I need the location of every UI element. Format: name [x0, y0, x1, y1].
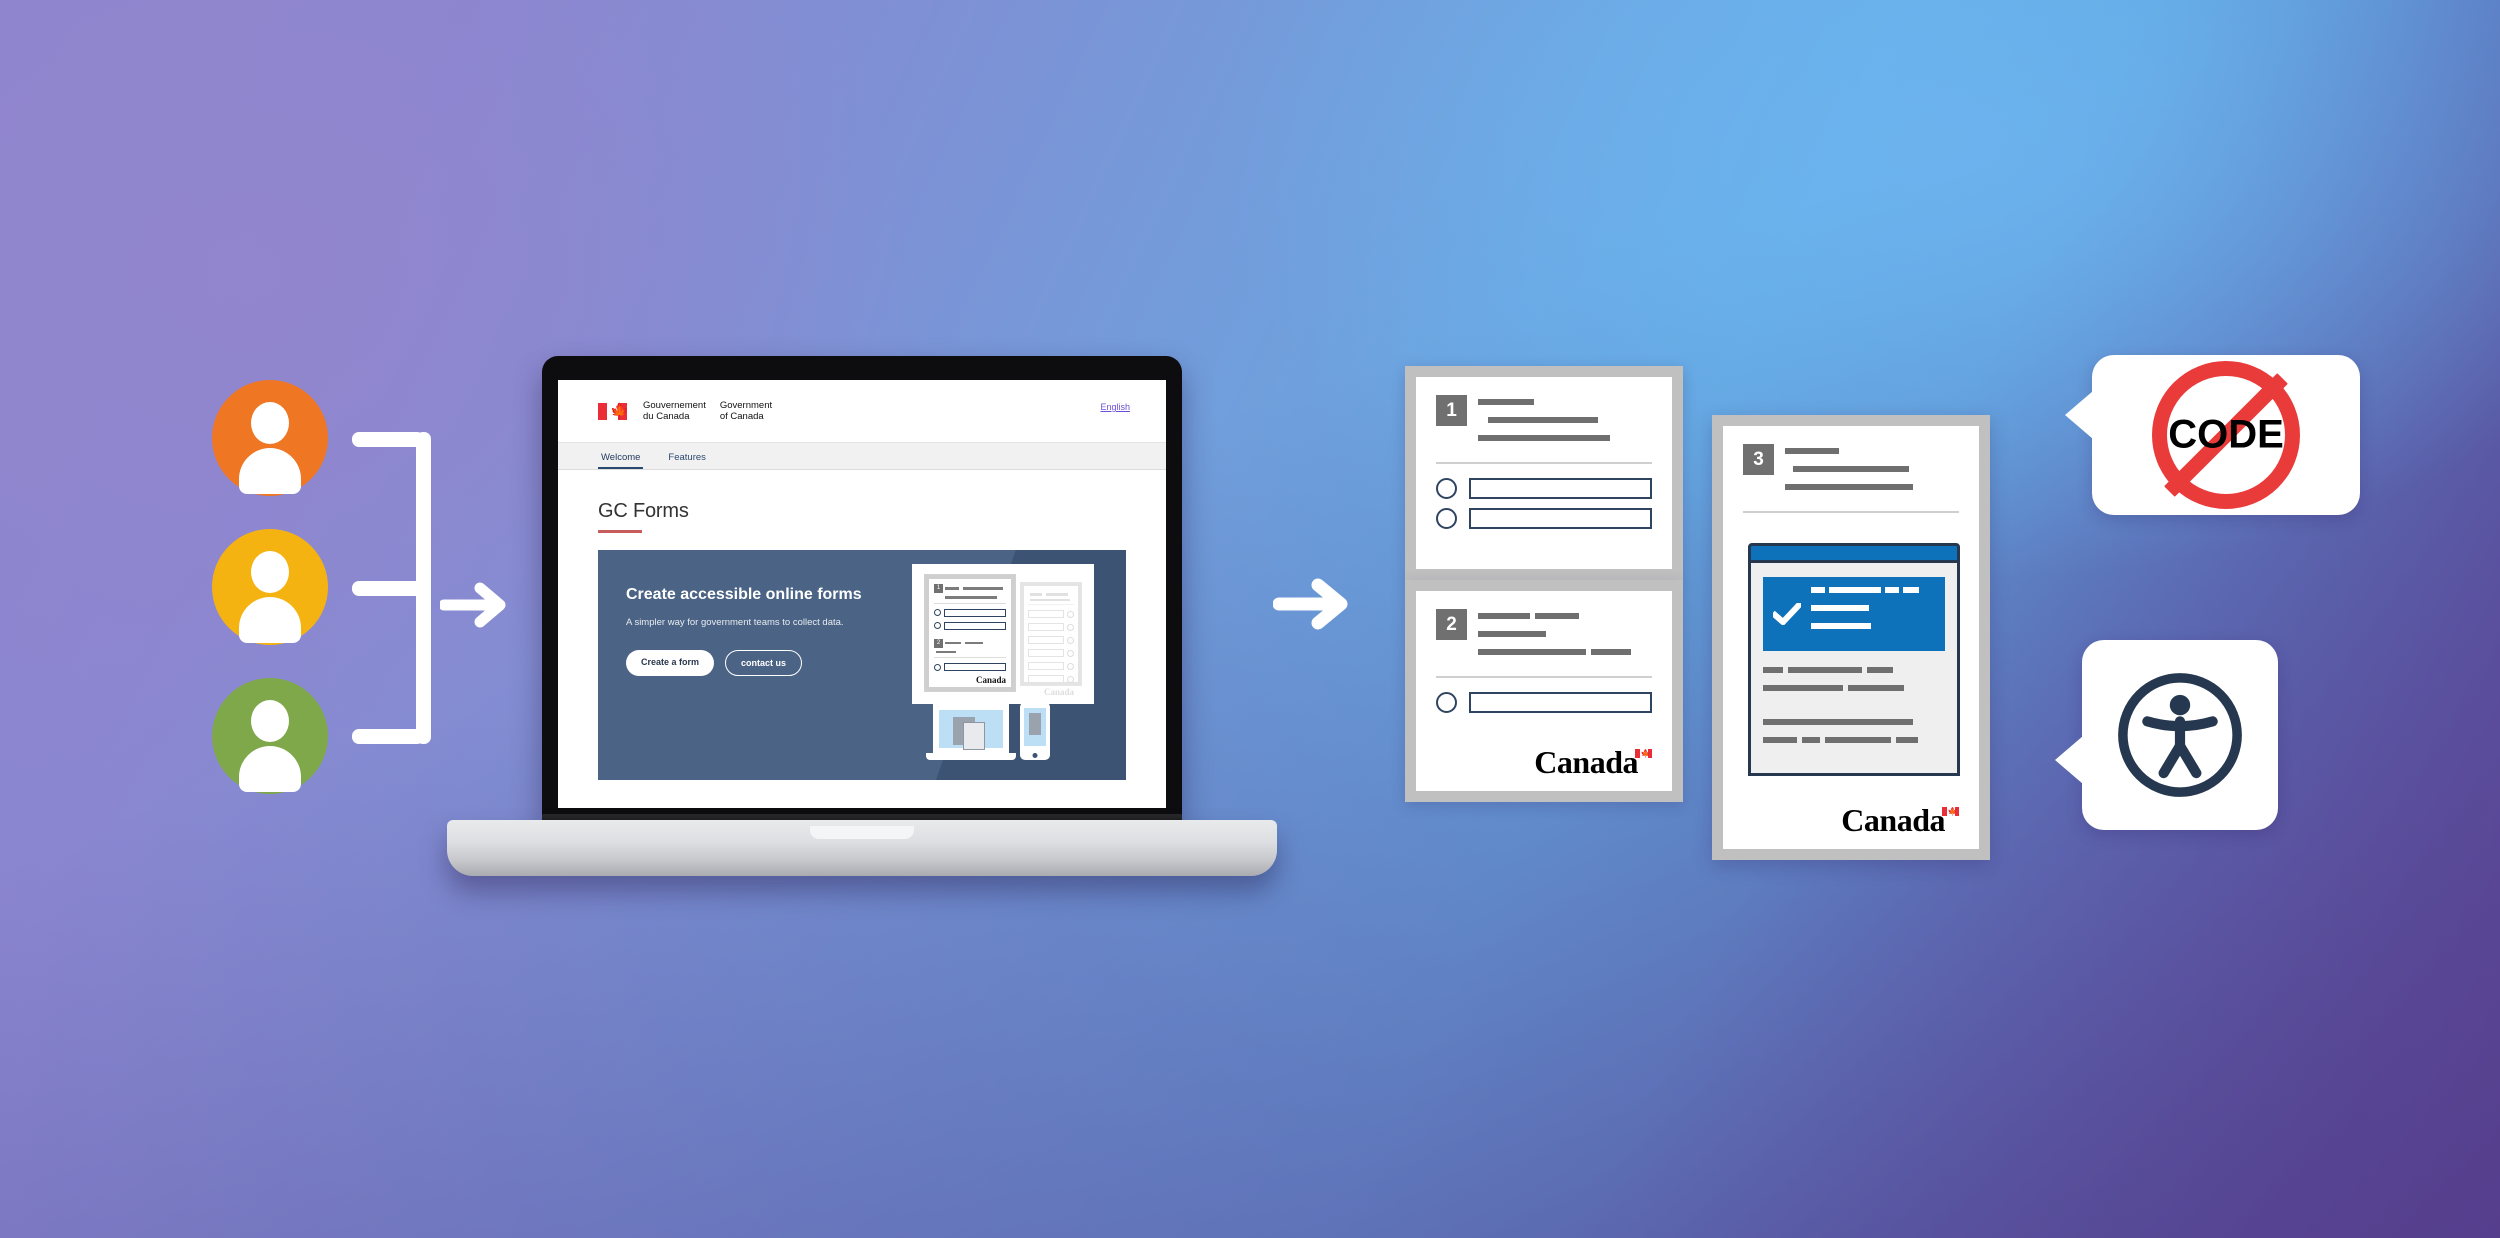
form-option-row[interactable]	[1436, 477, 1652, 499]
flow-arrow-icon-2	[1273, 568, 1353, 640]
illustration-laptop-icon	[926, 705, 1016, 760]
bracket-arm-middle	[352, 581, 430, 596]
mini-form-front: 1 2 Canada	[924, 574, 1016, 692]
form-card-1: 1	[1405, 366, 1683, 580]
canada-wordmark: Canada 🍁	[1841, 802, 1959, 839]
mini-form-back: Canada	[1020, 582, 1082, 697]
avatar-body	[239, 746, 301, 792]
gc-signature-text: Gouvernement du Canada Government of Can…	[643, 400, 772, 422]
bracket-arm-top	[352, 432, 424, 447]
mini-form-number-2: 2	[934, 638, 943, 648]
question-number-badge: 1	[1436, 395, 1467, 426]
canada-flag-icon: 🍁	[1635, 749, 1652, 759]
badge-tail	[2065, 391, 2093, 439]
fip-fr-line1: Gouvernement	[643, 400, 706, 411]
question-divider	[1436, 676, 1652, 678]
question-header: 3	[1743, 444, 1959, 502]
panel-title-bar	[1748, 543, 1960, 563]
user-avatar-group	[212, 380, 332, 827]
canada-wordmark-text: Canada	[1534, 744, 1638, 781]
canada-flag-icon: 🍁	[598, 402, 632, 420]
radio-icon[interactable]	[1436, 691, 1457, 713]
language-toggle-link[interactable]: English	[1100, 402, 1130, 412]
question-header: 1	[1436, 395, 1652, 453]
form-card-3: 3 Canada 🍁	[1712, 415, 1990, 860]
gc-forms-page: 🍁 Gouvernement du Canada Government of C…	[558, 380, 1166, 808]
create-a-form-button[interactable]: Create a form	[626, 650, 715, 676]
site-title: GC Forms	[598, 500, 689, 522]
scene: 🍁 Gouvernement du Canada Government of C…	[0, 0, 2500, 1238]
form-option-row[interactable]	[1436, 691, 1652, 713]
page-header: 🍁 Gouvernement du Canada Government of C…	[558, 380, 1166, 442]
gc-signature: 🍁 Gouvernement du Canada Government of C…	[598, 400, 772, 422]
page-tabs: Welcome Features	[558, 442, 1166, 470]
canada-wordmark: Canada 🍁	[1534, 744, 1652, 781]
laptop-base	[447, 820, 1277, 876]
user-avatar-yellow	[212, 529, 328, 645]
fip-en-line2: of Canada	[719, 411, 764, 422]
avatar-head	[251, 402, 289, 444]
confirmation-panel	[1748, 543, 1960, 776]
tab-welcome[interactable]: Welcome	[598, 452, 644, 469]
canada-flag-icon: 🍁	[1942, 807, 1959, 817]
universal-access-icon	[2082, 640, 2278, 830]
illustration-phone-icon	[1020, 702, 1050, 760]
user-avatar-orange	[212, 380, 328, 496]
question-text-placeholder	[1785, 444, 1959, 502]
accessibility-badge	[2055, 640, 2278, 830]
text-input-field[interactable]	[1469, 507, 1652, 529]
hero-illustration: 1 2 Canada Canada	[912, 564, 1112, 764]
avatar-head	[251, 551, 289, 593]
mini-wordmark: Canada	[975, 675, 1006, 685]
device-illustration-group	[926, 702, 1050, 760]
mini-wordmark-back: Canada	[1043, 687, 1074, 697]
laptop-screen: 🍁 Gouvernement du Canada Government of C…	[558, 380, 1166, 808]
question-text-placeholder	[1478, 609, 1652, 667]
no-code-label: CODE	[2168, 412, 2284, 457]
laptop-device: 🍁 Gouvernement du Canada Government of C…	[447, 356, 1277, 876]
user-avatar-green	[212, 678, 328, 794]
canada-wordmark-text: Canada	[1841, 802, 1945, 839]
contact-us-button[interactable]: contact us	[725, 650, 803, 676]
panel-text-placeholder	[1763, 667, 1945, 755]
form-card-2: 2 Canada 🍁	[1405, 580, 1683, 802]
fip-en-line1: Government	[719, 400, 773, 411]
text-input-field[interactable]	[1469, 691, 1652, 713]
no-code-badge: CODE	[2065, 355, 2360, 515]
panel-body	[1748, 563, 1960, 776]
question-divider	[1436, 462, 1652, 464]
tab-features[interactable]: Features	[665, 452, 709, 469]
success-banner	[1763, 577, 1945, 651]
badge-tail	[2055, 736, 2083, 784]
hero-banner: Create accessible online forms A simpler…	[598, 550, 1126, 780]
radio-icon[interactable]	[1436, 507, 1457, 529]
bracket-arm-bottom	[352, 729, 424, 744]
avatar-body	[239, 597, 301, 643]
mini-form-number-1: 1	[934, 584, 943, 593]
checkmark-icon	[1770, 600, 1804, 627]
question-text-placeholder	[1478, 395, 1652, 453]
success-text-placeholder	[1811, 587, 1935, 641]
laptop-lid: 🍁 Gouvernement du Canada Government of C…	[542, 356, 1182, 826]
speech-bubble: 1 2 Canada Canada	[912, 564, 1094, 720]
text-input-field[interactable]	[1469, 477, 1652, 499]
title-underline	[598, 530, 642, 533]
question-number-badge: 2	[1436, 609, 1467, 640]
avatar-body	[239, 448, 301, 494]
form-option-row[interactable]	[1436, 507, 1652, 529]
question-divider	[1743, 511, 1959, 513]
prohibition-sign-icon: CODE	[2092, 355, 2360, 515]
question-header: 2	[1436, 609, 1652, 667]
radio-icon[interactable]	[1436, 477, 1457, 499]
question-number-badge: 3	[1743, 444, 1774, 475]
avatar-head	[251, 700, 289, 742]
fip-fr-line2: du Canada	[643, 411, 690, 422]
